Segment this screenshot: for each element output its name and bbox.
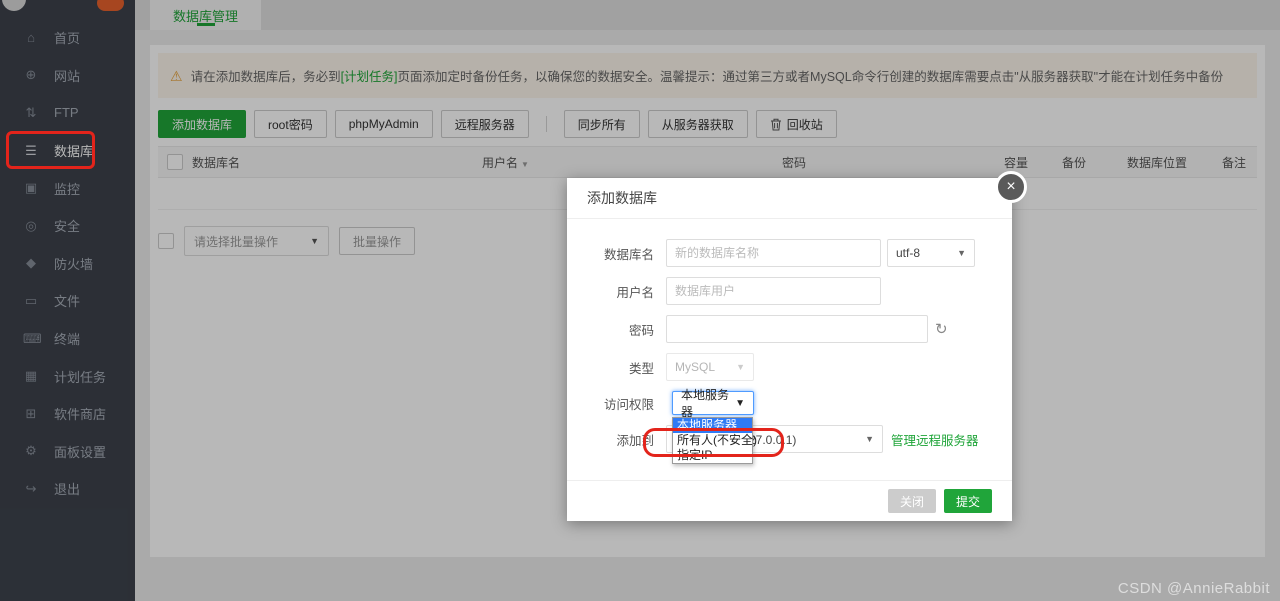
- regenerate-password-icon[interactable]: ↻: [935, 320, 948, 338]
- add-database-modal: × 添加数据库 数据库名 utf-8 ▼ 用户名 密码 ↻ 类型 MySQL ▼: [567, 178, 1012, 521]
- access-row: 访问权限 本地服务器 ▼: [567, 391, 1012, 415]
- password-row: 密码 ↻: [567, 315, 1012, 343]
- chevron-down-icon: ▼: [735, 398, 745, 409]
- dropdown-option-everyone[interactable]: 所有人(不安全): [673, 433, 752, 448]
- access-permission-dropdown: 本地服务器 所有人(不安全) 指定IP: [672, 417, 753, 464]
- modal-title: 添加数据库: [567, 178, 1012, 219]
- watermark: CSDN @AnnieRabbit: [1118, 580, 1270, 597]
- chevron-down-icon: ▼: [736, 362, 745, 372]
- modal-footer: 关闭 提交: [567, 480, 1012, 521]
- db-name-input[interactable]: [666, 239, 881, 267]
- add-to-row: 添加到 本地服务器 (127.0.0.1) ▼ 管理远程服务器: [567, 425, 1012, 453]
- chevron-down-icon: ▼: [957, 248, 966, 258]
- access-permission-select[interactable]: 本地服务器 ▼: [672, 391, 754, 415]
- dropdown-option-local-server[interactable]: 本地服务器: [673, 418, 752, 433]
- dropdown-option-specific-ip[interactable]: 指定IP: [673, 448, 752, 463]
- db-type-select: MySQL ▼: [666, 353, 754, 381]
- password-input[interactable]: [666, 315, 928, 343]
- manage-remote-server-link[interactable]: 管理远程服务器: [891, 430, 979, 449]
- bt-panel-app: ⌂ 首页 ⊕ 网站 ⇅ FTP ☰ 数据库 ▣ 监控 ◎ 安全: [0, 0, 1280, 601]
- username-row: 用户名: [567, 277, 1012, 305]
- charset-select[interactable]: utf-8 ▼: [887, 239, 975, 267]
- submit-button[interactable]: 提交: [944, 489, 992, 513]
- db-name-row: 数据库名 utf-8 ▼: [567, 239, 1012, 267]
- type-row: 类型 MySQL ▼: [567, 353, 1012, 381]
- db-user-input[interactable]: [666, 277, 881, 305]
- close-icon[interactable]: ×: [995, 171, 1027, 203]
- chevron-down-icon: ▼: [865, 434, 874, 444]
- close-button[interactable]: 关闭: [888, 489, 936, 513]
